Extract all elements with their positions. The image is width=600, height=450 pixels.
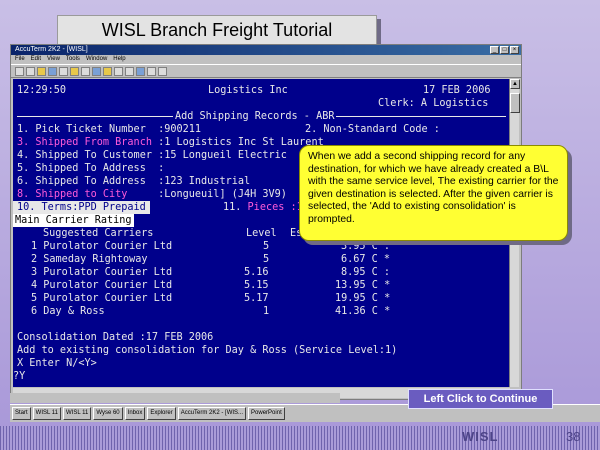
carrier-row[interactable]: 3 Purolator Courier Ltd	[31, 266, 172, 279]
carrier-level: 5	[263, 241, 270, 252]
scroll-thumb[interactable]	[510, 93, 520, 113]
field-address-2: 6. Shipped To Address :123 Industrial	[17, 176, 251, 187]
slide-title: WISL Branch Freight Tutorial	[57, 15, 377, 45]
disconnect-icon[interactable]	[114, 67, 123, 76]
input-prompt[interactable]: ?Y	[13, 370, 25, 383]
add-existing-prompt: Add to existing consolidation for Day & …	[17, 345, 398, 356]
help-icon[interactable]	[158, 67, 167, 76]
status-bar	[10, 393, 340, 403]
new-icon[interactable]	[15, 67, 24, 76]
term-clerk: Clerk: A Logistics	[378, 98, 489, 109]
wisl-logo: WISL	[462, 429, 499, 444]
field-city: 8. Shipped to City :Longueuil] (J4H 3V9)	[17, 189, 287, 200]
slide-footer: WISL 38	[0, 426, 600, 450]
save-icon[interactable]	[37, 67, 46, 76]
scroll-up-icon[interactable]: ▲	[510, 79, 520, 89]
menu-bar: File Edit View Tools Window Help	[11, 55, 521, 64]
menu-file[interactable]: File	[15, 55, 25, 64]
carrier-level: 5.15	[244, 280, 269, 291]
field-nonstd-code: 2. Non-Standard Code :	[305, 124, 440, 135]
connect-icon[interactable]	[103, 67, 112, 76]
taskbar-item[interactable]: PowerPoint	[248, 407, 285, 420]
carrier-level: 1	[263, 306, 270, 317]
carrier-cost: 13.95 C *	[335, 280, 391, 291]
paste-icon[interactable]	[81, 67, 90, 76]
term-time: 12:29:50	[17, 85, 67, 96]
tutorial-callout: When we add a second shipping record for…	[299, 145, 568, 241]
enter-prompt: X Enter N/<Y>	[17, 358, 97, 369]
carrier-cost: 6.67 C *	[341, 254, 391, 265]
maximize-icon[interactable]: □	[500, 46, 509, 54]
consolidation-date: Consolidation Dated :17 FEB 2006	[17, 332, 214, 343]
print-icon[interactable]	[48, 67, 57, 76]
continue-button[interactable]: Left Click to Continue	[408, 389, 553, 409]
copy-icon[interactable]	[70, 67, 79, 76]
page-number: 38	[566, 429, 581, 444]
toolbar	[11, 64, 521, 78]
taskbar-item[interactable]: Inbox	[124, 407, 146, 420]
close-icon[interactable]: ×	[510, 46, 519, 54]
field-address-1: 5. Shipped To Address :	[17, 163, 165, 174]
menu-edit[interactable]: Edit	[31, 55, 41, 64]
cut-icon[interactable]	[59, 67, 68, 76]
window-title: AccuTerm 2K2 - [WISL]	[15, 46, 88, 53]
field-pieces: 11. Pieces :1	[223, 202, 303, 213]
carrier-cost: 19.95 C *	[335, 293, 391, 304]
carrier-cost: 8.95 C :	[341, 267, 391, 278]
taskbar-item[interactable]: WISL 11	[63, 407, 92, 420]
taskbar-item[interactable]: AccuTerm 2K2 - [WIS...	[177, 407, 247, 420]
menu-tools[interactable]: Tools	[66, 55, 80, 64]
carrier-level: 5.17	[244, 293, 269, 304]
carrier-row[interactable]: 6 Day & Ross	[31, 305, 105, 318]
window-titlebar: AccuTerm 2K2 - [WISL] _ □ ×	[11, 45, 521, 55]
taskbar-item[interactable]: WISL 11	[32, 407, 62, 420]
carrier-row[interactable]: 4 Purolator Courier Ltd	[31, 279, 172, 292]
carrier-cost: 41.36 C *	[335, 306, 391, 317]
carrier-cost: 3.95 C :	[341, 241, 391, 252]
menu-window[interactable]: Window	[86, 55, 107, 64]
term-company: Logistics Inc	[208, 85, 288, 96]
field-shipped-to-customer: 4. Shipped To Customer :15 Longueil Elec…	[17, 150, 287, 161]
macro-icon[interactable]	[136, 67, 145, 76]
screen-title: Add Shipping Records - ABR	[173, 110, 337, 123]
menu-view[interactable]: View	[47, 55, 60, 64]
main-carrier-rating: Main Carrier Rating	[13, 214, 134, 227]
taskbar-start[interactable]: Start	[12, 407, 31, 420]
carrier-level: 5	[263, 254, 270, 265]
carrier-row[interactable]: 5 Purolator Courier Ltd	[31, 292, 172, 305]
col-level: Level	[246, 228, 277, 239]
taskbar-item[interactable]: Explorer	[147, 407, 176, 420]
carrier-row[interactable]: 1 Purolator Courier Ltd	[31, 240, 172, 253]
find-icon[interactable]	[92, 67, 101, 76]
settings-icon[interactable]	[125, 67, 134, 76]
carrier-level: 5.16	[244, 267, 269, 278]
term-date: 17 FEB 2006	[423, 85, 491, 96]
field-shipped-from: 3. Shipped From Branch :1 Logistics Inc …	[17, 137, 324, 148]
field-pick-ticket: 1. Pick Ticket Number :900211	[17, 124, 202, 135]
minimize-icon[interactable]: _	[490, 46, 499, 54]
open-icon[interactable]	[26, 67, 35, 76]
col-suggested-carriers: Suggested Carriers	[43, 228, 154, 239]
menu-help[interactable]: Help	[113, 55, 125, 64]
keyboard-icon[interactable]	[147, 67, 156, 76]
field-terms: 10. Terms:PPD Prepaid	[13, 201, 150, 214]
carrier-row[interactable]: 2 Sameday Rightoway	[31, 253, 148, 266]
taskbar-item[interactable]: Wyse 60	[93, 407, 123, 420]
